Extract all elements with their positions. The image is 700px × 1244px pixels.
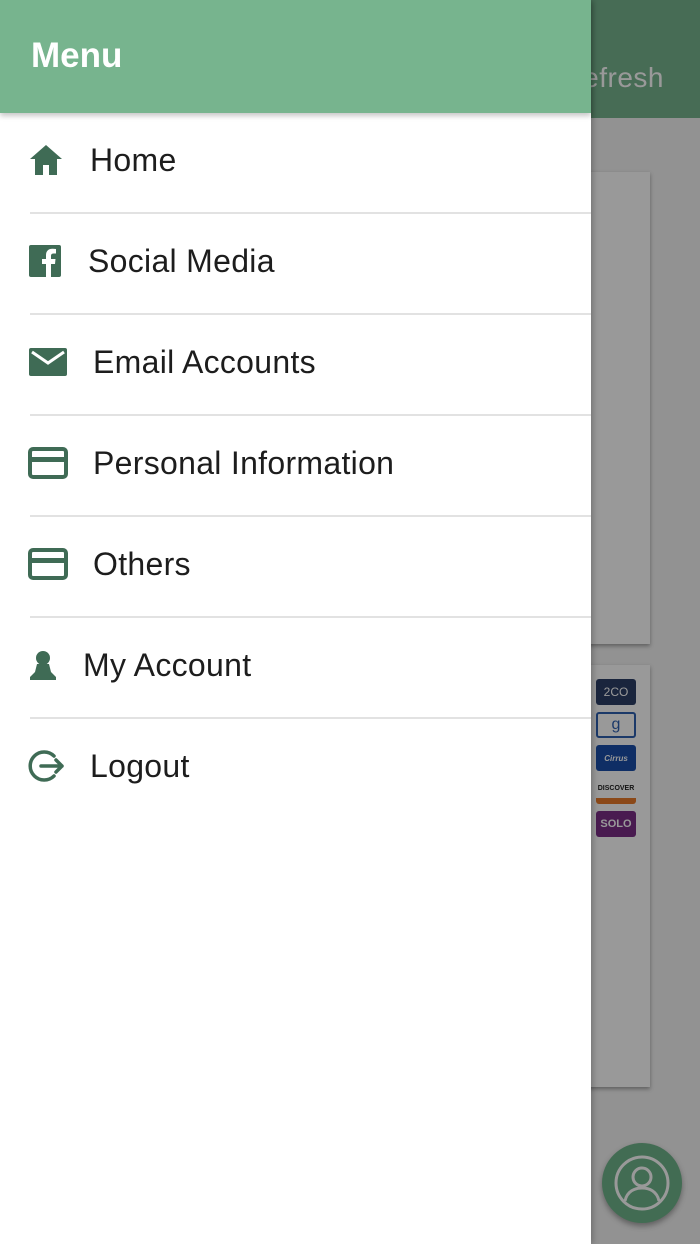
menu-item-label: Home xyxy=(90,141,177,178)
menu-item-label: Social Media xyxy=(88,242,275,279)
menu-item-label: Others xyxy=(93,545,191,582)
menu-item-label: Personal Information xyxy=(93,444,395,481)
menu-item-label: My Account xyxy=(83,646,252,683)
navigation-drawer: Menu Home Social Media Email Accounts Pe… xyxy=(0,0,591,1244)
menu-item-label: Logout xyxy=(90,747,190,784)
menu-item-email-accounts[interactable]: Email Accounts xyxy=(0,315,591,416)
menu-item-personal-information[interactable]: Personal Information xyxy=(0,416,591,517)
credit-card-icon xyxy=(28,443,68,483)
menu-item-label: Email Accounts xyxy=(93,343,316,380)
menu-list: Home Social Media Email Accounts Persona… xyxy=(0,113,591,820)
menu-item-logout[interactable]: Logout xyxy=(0,719,591,820)
menu-item-social-media[interactable]: Social Media xyxy=(0,214,591,315)
home-icon xyxy=(28,140,68,180)
drawer-header: Menu xyxy=(0,0,591,113)
credit-card-icon xyxy=(28,544,68,584)
logout-icon xyxy=(28,746,68,786)
menu-item-my-account[interactable]: My Account xyxy=(0,618,591,719)
menu-item-others[interactable]: Others xyxy=(0,517,591,618)
email-icon xyxy=(28,342,68,382)
menu-item-home[interactable]: Home xyxy=(0,113,591,214)
facebook-icon xyxy=(28,241,68,281)
drawer-title: Menu xyxy=(31,36,123,75)
screen: Refresh 2CO g Cirrus DISCOVER SOLO Menu xyxy=(0,0,700,1244)
person-icon xyxy=(28,645,68,685)
